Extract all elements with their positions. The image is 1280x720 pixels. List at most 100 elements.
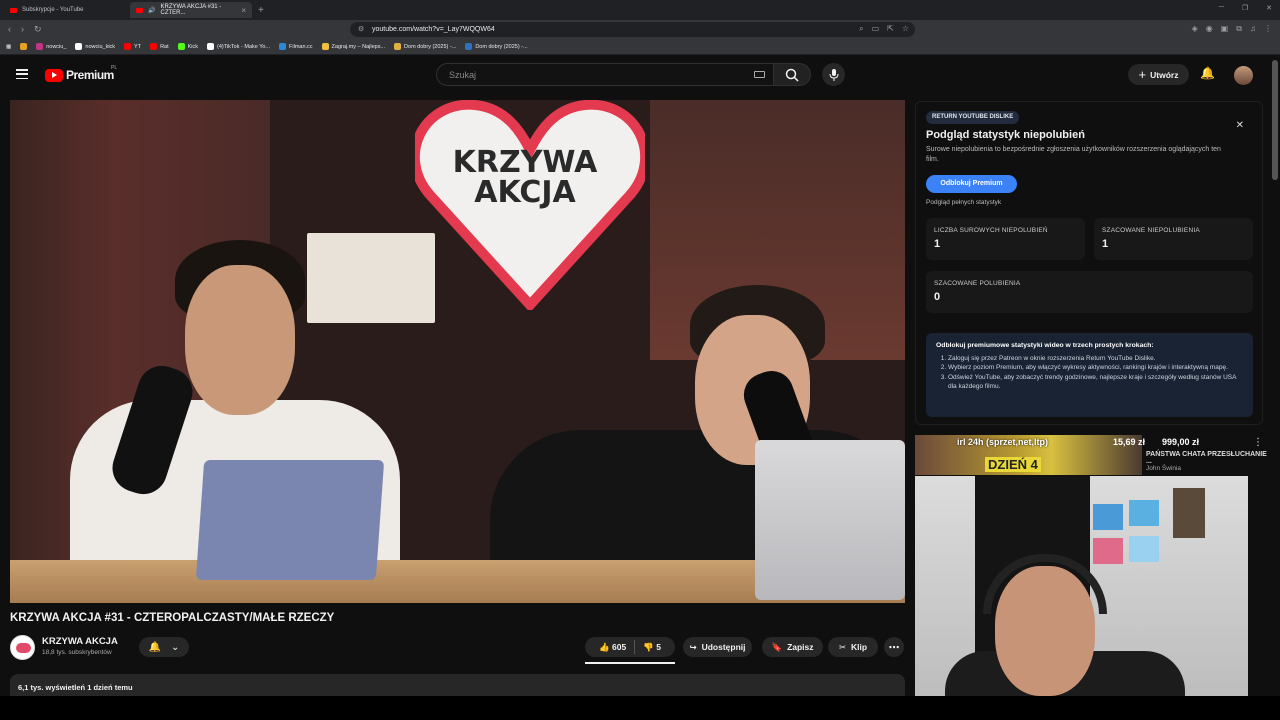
bookmark-item[interactable]: Dom dobry (2025) -... xyxy=(394,43,456,50)
divider xyxy=(634,640,636,654)
video-player[interactable]: KRZYWA AKCJA xyxy=(10,100,905,603)
subscribed-notifications-button[interactable]: 🔔 ⌄ xyxy=(139,637,189,657)
youtube-premium-logo[interactable]: Premium PL xyxy=(45,65,117,82)
like-count: 605 xyxy=(612,641,627,652)
reload-icon[interactable]: ↻ xyxy=(34,24,42,35)
premium-steps-box: Odblokuj premiumowe statystyki wideo w t… xyxy=(926,333,1253,417)
more-dots-icon[interactable]: ⋮ xyxy=(1253,437,1263,448)
youtube-header: Premium PL Szukaj + Utwórz 🔔 xyxy=(0,56,1280,94)
related-video-thumbnail[interactable]: irl 24h (sprzet,net,ltp) DZIEŃ 4 xyxy=(915,435,1142,475)
dislike-button[interactable]: 👎 5 xyxy=(643,642,661,653)
maximize-icon[interactable]: ❐ xyxy=(1242,4,1248,12)
panel-description: Surowe niepolubienia to bezpośrednie zgł… xyxy=(926,146,1221,163)
tab-subscriptions[interactable]: Subskrypcje - YouTube xyxy=(4,2,126,18)
hamburger-icon[interactable] xyxy=(16,69,28,79)
save-label: Zapisz xyxy=(787,642,814,652)
save-button[interactable]: 🔖 Zapisz xyxy=(762,637,823,657)
channel-actions-row: KRZYWA AKCJA 18,8 tys. subskrybentów 🔔 ⌄… xyxy=(10,634,905,664)
related-video-title: PAŃSTWA CHATA PRZESŁUCHANIE ... xyxy=(1146,451,1267,465)
voice-search-button[interactable] xyxy=(822,63,845,86)
clip-button[interactable]: ✂ Klip xyxy=(828,637,878,657)
channel-avatar[interactable] xyxy=(10,635,35,660)
youtube-play-logo-icon xyxy=(45,68,63,82)
media-icon[interactable]: ♫ xyxy=(1250,24,1256,34)
create-button[interactable]: + Utwórz xyxy=(1128,64,1189,85)
bookmark-item[interactable]: YT xyxy=(124,43,141,50)
page-scrollbar[interactable] xyxy=(1272,60,1278,180)
thumbnail-day-text: DZIEŃ 4 xyxy=(985,457,1041,472)
minimize-icon[interactable]: ─ xyxy=(1219,4,1224,12)
extensions-puzzle-icon[interactable]: ⧉ xyxy=(1236,24,1242,34)
bookmark-icon: 🔖 xyxy=(771,641,783,652)
extension-icon[interactable]: ▣ xyxy=(1221,24,1229,34)
unlock-premium-button[interactable]: Odblokuj Premium xyxy=(926,175,1017,193)
menu-dots-icon[interactable]: ⋮ xyxy=(1264,24,1272,34)
extension-icon[interactable]: ◉ xyxy=(1206,24,1213,34)
bookmark-item[interactable]: Filman.cc xyxy=(279,43,313,50)
youtube-favicon-icon xyxy=(10,7,17,13)
bookmark-star-icon[interactable]: ☆ xyxy=(902,24,909,34)
share-button[interactable]: ↪ Udostępnij xyxy=(683,637,752,657)
overlay-price: 999,00 zł xyxy=(1162,437,1200,447)
video-scene-head-left xyxy=(185,265,295,415)
bookmark-favicon-icon xyxy=(20,43,28,50)
instagram-icon xyxy=(36,43,44,50)
dislike-count: 5 xyxy=(656,641,661,652)
webcam-overlay xyxy=(915,476,1248,696)
account-avatar[interactable] xyxy=(1234,66,1253,85)
channel-name[interactable]: KRZYWA AKCJA xyxy=(42,636,118,647)
bookmark-item[interactable]: nowciu_ xyxy=(36,43,66,50)
bookmark-item[interactable] xyxy=(20,43,28,50)
stat-value: 0 xyxy=(934,291,941,303)
bookmark-item[interactable]: (4)TikTok - Make Yo... xyxy=(207,43,270,50)
zoom-icon[interactable]: ⌕ xyxy=(859,24,863,34)
extension-icon[interactable]: ◈ xyxy=(1192,24,1198,34)
youtube-icon xyxy=(124,43,132,50)
webcam-scene-poster xyxy=(1173,488,1205,538)
window-controls: ─ ❐ ✕ xyxy=(1219,4,1272,12)
tab-current-video[interactable]: 🔊 KRZYWA AKCJA #31 - CZTER... × xyxy=(130,2,252,18)
bookmark-item[interactable]: Rat xyxy=(150,43,169,50)
extension-badge: RETURN YOUTUBE DISLIKE xyxy=(926,111,1020,124)
forward-icon[interactable]: › xyxy=(21,24,24,35)
bookmark-item[interactable]: nowciu_kick xyxy=(75,43,115,50)
webcam-scene-poster xyxy=(1093,538,1123,564)
x-icon xyxy=(75,43,83,50)
cast-icon[interactable]: ▭ xyxy=(872,24,880,34)
close-tab-icon[interactable]: × xyxy=(241,6,246,15)
more-actions-button[interactable]: ⋯ xyxy=(884,637,904,657)
close-icon[interactable]: ✕ xyxy=(1236,120,1244,131)
site-info-icon[interactable]: ⚙ xyxy=(358,25,364,33)
keyboard-icon[interactable] xyxy=(754,71,765,78)
panel-title: Podgląd statystyk niepolubień xyxy=(926,129,1085,141)
search-button[interactable] xyxy=(773,63,811,86)
bookmark-item[interactable]: Dom dobry (2025) -... xyxy=(465,43,528,50)
chevron-down-icon: ⌄ xyxy=(171,641,180,653)
more-dots-icon: ⋯ xyxy=(888,641,900,654)
back-icon[interactable]: ‹ xyxy=(8,24,11,35)
browser-tab-strip: Subskrypcje - YouTube 🔊 KRZYWA AKCJA #31… xyxy=(0,0,1280,20)
video-scene-tablet xyxy=(195,460,385,580)
stat-label: SZACOWANE NIEPOLUBIENIA xyxy=(1102,227,1200,234)
apps-icon[interactable]: ▦ xyxy=(6,44,11,50)
thumbs-down-icon: 👎 xyxy=(643,641,654,652)
description-box[interactable]: 6,1 tys. wyświetleń 1 dzień temu xyxy=(10,674,905,696)
scissors-icon: ✂ xyxy=(838,641,847,652)
webcam-scene-poster xyxy=(1129,500,1159,526)
new-tab-icon[interactable]: + xyxy=(258,5,264,16)
search-placeholder: Szukaj xyxy=(449,69,477,80)
bookmark-item[interactable]: Zagraj.my – Najleps... xyxy=(321,43,385,50)
like-button[interactable]: 👍 605 xyxy=(599,642,626,653)
search-input[interactable]: Szukaj xyxy=(436,63,774,86)
close-window-icon[interactable]: ✕ xyxy=(1266,4,1272,12)
mic-icon xyxy=(829,68,838,81)
address-bar[interactable]: ⚙ youtube.com/watch?v=_Lay7WQQW64 ⌕ ▭ ⇱ … xyxy=(350,22,915,37)
preview-stats-link[interactable]: Podgląd pełnych statystyk xyxy=(926,199,1001,206)
bookmark-item[interactable]: Kick xyxy=(177,43,198,50)
notifications-bell-icon[interactable]: 🔔 xyxy=(1200,66,1215,80)
share-page-icon[interactable]: ⇱ xyxy=(887,24,894,34)
share-icon: ↪ xyxy=(689,641,697,652)
step-item: Odśwież YouTube, aby zobaczyć trendy god… xyxy=(948,373,1243,392)
related-video-item[interactable]: irl 24h (sprzet,net,ltp) DZIEŃ 4 15,69 z… xyxy=(915,435,1270,475)
like-dislike-group: 👍 605 👎 5 xyxy=(585,637,675,657)
